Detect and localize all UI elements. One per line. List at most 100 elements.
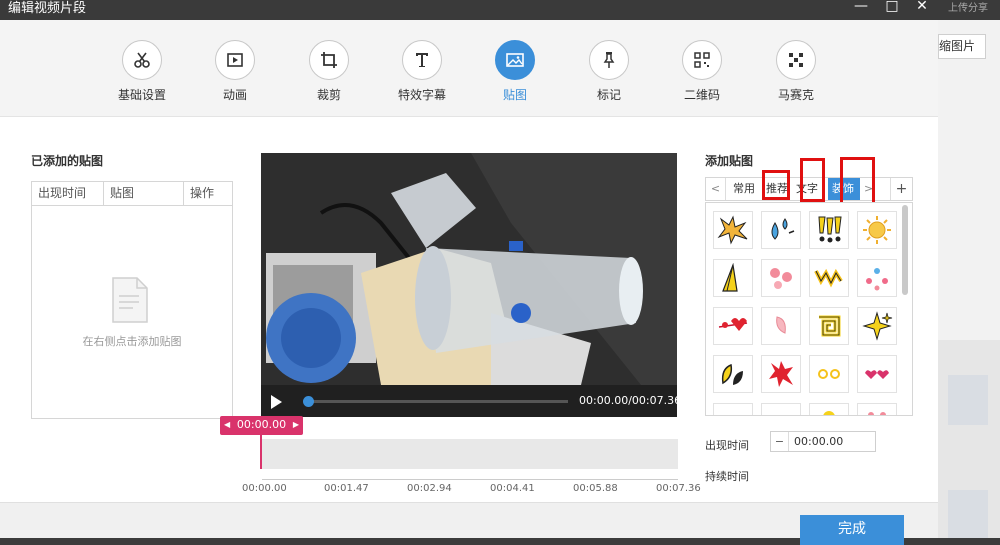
video-preview[interactable]: 00:00.00/00:07.36: [261, 153, 677, 417]
tick-label: 00:05.88: [573, 483, 618, 494]
heart-arrow-sticker-icon: [718, 318, 748, 331]
hearts-sticker-icon: [865, 370, 889, 379]
tool-effect-subtitle[interactable]: 特效字幕: [382, 40, 462, 103]
background-thumb: [948, 375, 988, 425]
highlight-box: [762, 170, 790, 200]
add-sticker-title: 添加贴图: [705, 154, 754, 168]
burst-sticker-icon: [717, 215, 748, 245]
pin-icon: [603, 52, 615, 68]
play-icon[interactable]: [271, 395, 282, 409]
upload-share-link[interactable]: 上传分享: [948, 0, 988, 14]
timeline-track[interactable]: [262, 439, 678, 469]
tool-label: 贴图: [502, 88, 527, 102]
appear-time-decrement[interactable]: −: [771, 432, 789, 451]
sticker-item[interactable]: [761, 403, 801, 415]
sticker-item[interactable]: [857, 259, 897, 297]
maximize-button[interactable]: □: [883, 0, 901, 16]
seek-bar[interactable]: [305, 400, 568, 403]
pink-flowers-sticker-icon: [770, 268, 792, 289]
playhead-label[interactable]: ◀ 00:00.00 ▶: [220, 416, 303, 435]
text-icon: [416, 53, 428, 67]
tool-qrcode[interactable]: 二维码: [662, 40, 742, 103]
sticker-item[interactable]: [857, 403, 897, 415]
tool-label: 二维码: [683, 88, 720, 102]
title-bar: 编辑视频片段 — □ ✕: [0, 0, 938, 20]
add-sticker-button[interactable]: +: [890, 178, 912, 200]
tool-crop[interactable]: 裁剪: [289, 40, 369, 103]
sticker-item[interactable]: [809, 355, 849, 393]
star-sparkle-sticker-icon: [862, 311, 893, 341]
pink-sparkle-sticker-icon: [868, 412, 886, 415]
sticker-item[interactable]: [761, 211, 801, 249]
video-frame: [261, 153, 677, 385]
mosaic-icon: [789, 53, 803, 67]
timeline-ruler: [262, 470, 678, 480]
sun-sticker-icon: [863, 216, 891, 244]
sticker-grid: [705, 202, 913, 416]
sticker-item[interactable]: [809, 211, 849, 249]
column-header-action: 操作: [190, 186, 215, 200]
sticker-item[interactable]: [761, 355, 801, 393]
empty-hint: 在右侧点击添加贴图: [82, 335, 182, 348]
red-splash-sticker-icon: [769, 361, 793, 387]
column-header-time: 出现时间: [32, 182, 104, 205]
tool-sticker[interactable]: 贴图: [475, 40, 555, 103]
sticker-item[interactable]: [857, 211, 897, 249]
done-button[interactable]: 完成: [800, 515, 904, 545]
sticker-item[interactable]: [809, 403, 849, 415]
player-timecode: 00:00.00/00:07.36: [579, 394, 677, 407]
close-button[interactable]: ✕: [913, 0, 931, 16]
playhead-line[interactable]: [260, 435, 262, 469]
appear-time-stepper[interactable]: − 00:00.00: [770, 431, 876, 452]
duration-label: 持续时间: [705, 470, 749, 483]
tool-label: 特效字幕: [397, 88, 446, 102]
added-stickers-table: 出现时间 贴图 操作 在右侧点击添加贴图: [31, 181, 233, 419]
sticker-item[interactable]: [713, 307, 753, 345]
edit-clip-dialog: 编辑视频片段 — □ ✕ 基础设置 动画 裁剪 特效字幕 贴图 标记 二维码 马…: [0, 0, 938, 538]
scissors-icon: [134, 52, 150, 68]
tool-label: 裁剪: [316, 88, 341, 102]
tool-label: 马赛克: [777, 88, 814, 102]
sticker-item[interactable]: [809, 259, 849, 297]
animation-icon: [227, 53, 243, 67]
tool-basic-settings[interactable]: 基础设置: [102, 40, 182, 103]
background-topbar: 上传分享: [938, 0, 1000, 20]
tool-bar: 基础设置 动画 裁剪 特效字幕 贴图 标记 二维码 马赛克: [0, 20, 938, 117]
seek-knob[interactable]: [302, 396, 314, 407]
sticker-item[interactable]: [761, 259, 801, 297]
table-header: 出现时间 贴图 操作: [32, 182, 232, 206]
column-header-sticker: 贴图: [104, 182, 184, 205]
sticker-grid-scrollbar[interactable]: [902, 205, 908, 295]
sticker-item[interactable]: [761, 307, 801, 345]
sticker-item[interactable]: [857, 355, 897, 393]
tick-label: 00:00.00: [242, 483, 287, 494]
image-icon: [506, 53, 524, 67]
tool-mosaic[interactable]: 马赛克: [756, 40, 836, 103]
tool-mark[interactable]: 标记: [569, 40, 649, 103]
playhead-left-arrow-icon: ◀: [224, 420, 231, 429]
tabs-prev-button[interactable]: <: [706, 178, 726, 200]
sticker-item[interactable]: [713, 355, 753, 393]
yellow-drops-sticker-icon: [721, 363, 743, 385]
empty-document-icon: [112, 277, 148, 323]
sticker-item[interactable]: [809, 307, 849, 345]
tool-label: 基础设置: [117, 88, 166, 102]
thumbnail-button[interactable]: 缩图片: [938, 34, 986, 59]
dots-sticker-icon: [818, 369, 840, 379]
drops-sticker-icon: [771, 218, 795, 240]
spiral-sticker-icon: [819, 315, 841, 337]
window-title: 编辑视频片段: [8, 1, 87, 16]
tool-animation[interactable]: 动画: [195, 40, 275, 103]
appear-time-label: 出现时间: [705, 439, 749, 452]
sticker-item[interactable]: [713, 211, 753, 249]
yellow-burst-sticker-icon: [823, 411, 835, 415]
minimize-button[interactable]: —: [852, 0, 870, 16]
tab-common[interactable]: 常用: [726, 178, 762, 200]
appear-time-value[interactable]: 00:00.00: [789, 432, 843, 451]
sticker-item[interactable]: [857, 307, 897, 345]
sticker-item[interactable]: [713, 259, 753, 297]
playhead-time: 00:00.00: [236, 418, 287, 431]
added-stickers-title: 已添加的贴图: [31, 154, 104, 168]
tick-label: 00:02.94: [407, 483, 452, 494]
sticker-item[interactable]: [713, 403, 753, 415]
